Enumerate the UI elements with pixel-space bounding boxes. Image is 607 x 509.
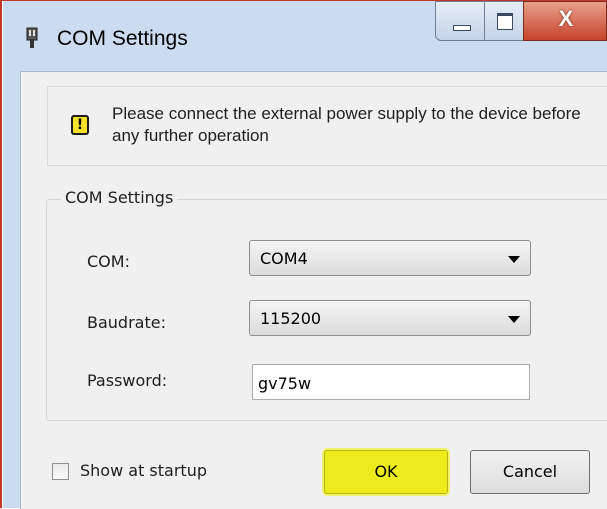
group-legend: COM Settings (61, 188, 178, 207)
close-button[interactable]: X (523, 1, 607, 41)
maximize-button[interactable] (484, 1, 524, 41)
chevron-down-icon (508, 316, 520, 323)
minimize-icon (453, 25, 471, 31)
chevron-down-icon (508, 256, 520, 263)
baudrate-select-value: 115200 (260, 309, 322, 328)
com-settings-window: COM Settings X ! Please connect the exte… (3, 1, 607, 509)
com-select-value: COM4 (260, 249, 308, 268)
caption-buttons: X (435, 1, 607, 43)
warning-icon: ! (71, 115, 89, 135)
notice-panel: ! Please connect the external power supp… (47, 86, 607, 166)
close-icon: X (558, 6, 574, 31)
show-at-startup-checkbox[interactable] (52, 463, 69, 480)
password-field[interactable]: gv75w (252, 364, 530, 400)
password-label: Password: (87, 371, 168, 390)
baudrate-select[interactable]: 115200 (249, 300, 531, 336)
show-at-startup-label[interactable]: Show at startup (80, 461, 207, 480)
notice-text: Please connect the external power supply… (112, 104, 581, 145)
screenshot-border (0, 0, 2, 508)
cancel-button[interactable]: Cancel (470, 450, 590, 494)
baudrate-label: Baudrate: (87, 313, 166, 332)
com-settings-group: COM Settings COM: COM4 Baudrate: 115200 … (46, 188, 607, 421)
dialog-body: ! Please connect the external power supp… (20, 71, 607, 509)
title-bar[interactable]: COM Settings X (3, 1, 607, 71)
ok-button[interactable]: OK (324, 450, 448, 494)
maximize-icon (497, 13, 513, 30)
password-value: gv75w (258, 374, 312, 393)
com-label: COM: (87, 252, 130, 271)
connector-icon (26, 27, 38, 48)
minimize-button[interactable] (435, 1, 485, 41)
com-select[interactable]: COM4 (249, 240, 531, 276)
window-title: COM Settings (57, 27, 188, 50)
